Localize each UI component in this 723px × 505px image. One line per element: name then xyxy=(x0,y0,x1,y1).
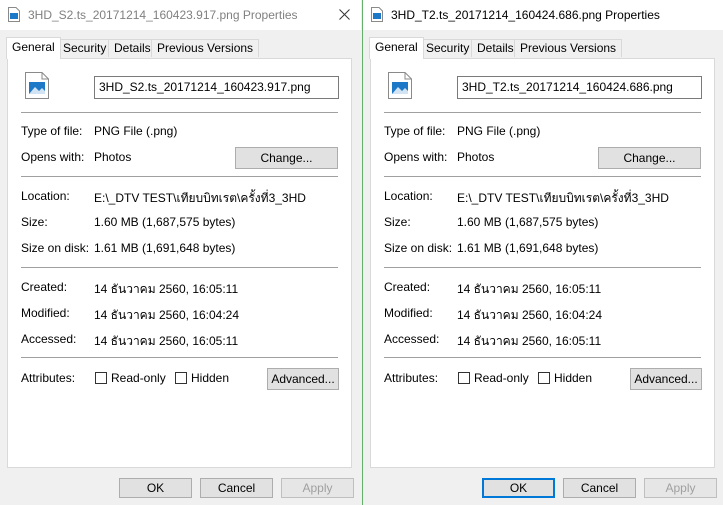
created-label: Created: xyxy=(21,280,68,294)
divider xyxy=(21,112,338,113)
created-value: 14 ธันวาคม 2560, 16:05:11 xyxy=(457,282,602,296)
tab-details[interactable]: Details xyxy=(108,39,157,57)
modified-label: Modified: xyxy=(384,306,433,320)
tab-security[interactable]: Security xyxy=(57,39,113,57)
size-on-disk-value: 1.61 MB (1,691,648 bytes) xyxy=(94,241,236,255)
opens-with-value: Photos xyxy=(94,150,132,164)
checkbox-box[interactable] xyxy=(458,372,470,384)
apply-button[interactable]: Apply xyxy=(644,478,717,498)
opens-with-label: Opens with: xyxy=(384,150,448,164)
location-label: Location: xyxy=(384,189,433,203)
title-bar[interactable]: 3HD_S2.ts_20171214_160423.917.png Proper… xyxy=(0,0,361,30)
close-icon xyxy=(338,8,350,20)
properties-window-left: 3HD_S2.ts_20171214_160423.917.png Proper… xyxy=(0,0,361,505)
read-only-label: Read-only xyxy=(474,371,529,385)
size-value: 1.60 MB (1,687,575 bytes) xyxy=(457,215,599,229)
read-only-label: Read-only xyxy=(111,371,166,385)
location-value: E:\_DTV TEST\เทียบบิทเรต\ครั้งที่3_3HD xyxy=(94,191,306,205)
divider xyxy=(21,267,338,268)
tab-previous-versions[interactable]: Previous Versions xyxy=(151,39,260,57)
read-only-checkbox[interactable]: Read-only xyxy=(95,371,166,385)
accessed-value: 14 ธันวาคม 2560, 16:05:11 xyxy=(457,334,602,348)
advanced-button[interactable]: Advanced... xyxy=(267,368,339,390)
type-value: PNG File (.png) xyxy=(94,124,178,138)
hidden-checkbox[interactable]: Hidden xyxy=(175,371,229,385)
tab-details[interactable]: Details xyxy=(471,39,520,57)
ok-button[interactable]: OK xyxy=(119,478,192,498)
size-label: Size: xyxy=(21,215,48,229)
opens-with-label: Opens with: xyxy=(21,150,85,164)
advanced-button[interactable]: Advanced... xyxy=(630,368,702,390)
tab-security[interactable]: Security xyxy=(420,39,476,57)
created-label: Created: xyxy=(384,280,431,294)
attributes-label: Attributes: xyxy=(384,371,439,385)
size-on-disk-label: Size on disk: xyxy=(384,241,453,255)
divider xyxy=(21,357,338,358)
tab-general[interactable]: General xyxy=(6,37,61,59)
type-label: Type of file: xyxy=(21,124,83,138)
modified-value: 14 ธันวาคม 2560, 16:04:24 xyxy=(457,308,603,322)
size-value: 1.60 MB (1,687,575 bytes) xyxy=(94,215,236,229)
checkbox-box[interactable] xyxy=(538,372,550,384)
type-value: PNG File (.png) xyxy=(457,124,541,138)
general-panel: 3HD_T2.ts_20171214_160424.686.png Type o… xyxy=(370,58,715,468)
accessed-label: Accessed: xyxy=(21,332,77,346)
hidden-checkbox[interactable]: Hidden xyxy=(538,371,592,385)
cancel-button[interactable]: Cancel xyxy=(200,478,273,498)
opens-with-value: Photos xyxy=(457,150,495,164)
change-button[interactable]: Change... xyxy=(235,147,338,169)
tab-previous-versions[interactable]: Previous Versions xyxy=(514,39,623,57)
divider xyxy=(384,267,701,268)
image-file-icon xyxy=(8,7,20,22)
filename-field[interactable]: 3HD_S2.ts_20171214_160423.917.png xyxy=(94,76,339,99)
divider xyxy=(384,357,701,358)
location-value: E:\_DTV TEST\เทียบบิทเรต\ครั้งที่3_3HD xyxy=(457,191,669,205)
cancel-button[interactable]: Cancel xyxy=(563,478,636,498)
type-label: Type of file: xyxy=(384,124,446,138)
window-title: 3HD_S2.ts_20171214_160423.917.png Proper… xyxy=(28,8,298,22)
tab-general[interactable]: General xyxy=(369,37,424,59)
hidden-label: Hidden xyxy=(191,371,230,385)
size-label: Size: xyxy=(384,215,411,229)
divider xyxy=(21,176,338,177)
image-file-icon xyxy=(388,72,412,99)
attributes-label: Attributes: xyxy=(21,371,76,385)
close-button[interactable] xyxy=(331,2,357,26)
accessed-label: Accessed: xyxy=(384,332,440,346)
hidden-label: Hidden xyxy=(554,371,593,385)
accessed-value: 14 ธันวาคม 2560, 16:05:11 xyxy=(94,334,239,348)
divider xyxy=(384,112,701,113)
ok-button[interactable]: OK xyxy=(482,478,555,498)
window-title: 3HD_T2.ts_20171214_160424.686.png Proper… xyxy=(391,8,660,22)
image-file-icon xyxy=(371,7,383,22)
size-on-disk-value: 1.61 MB (1,691,648 bytes) xyxy=(457,241,599,255)
title-bar[interactable]: 3HD_T2.ts_20171214_160424.686.png Proper… xyxy=(363,0,723,30)
modified-value: 14 ธันวาคม 2560, 16:04:24 xyxy=(94,308,240,322)
divider xyxy=(384,176,701,177)
checkbox-box[interactable] xyxy=(175,372,187,384)
apply-button[interactable]: Apply xyxy=(281,478,354,498)
created-value: 14 ธันวาคม 2560, 16:05:11 xyxy=(94,282,239,296)
general-panel: 3HD_S2.ts_20171214_160423.917.png Type o… xyxy=(7,58,352,468)
modified-label: Modified: xyxy=(21,306,70,320)
checkbox-box[interactable] xyxy=(95,372,107,384)
size-on-disk-label: Size on disk: xyxy=(21,241,90,255)
filename-field[interactable]: 3HD_T2.ts_20171214_160424.686.png xyxy=(457,76,702,99)
image-file-icon xyxy=(25,72,49,99)
change-button[interactable]: Change... xyxy=(598,147,701,169)
read-only-checkbox[interactable]: Read-only xyxy=(458,371,529,385)
properties-window-right: 3HD_T2.ts_20171214_160424.686.png Proper… xyxy=(362,0,723,505)
location-label: Location: xyxy=(21,189,70,203)
